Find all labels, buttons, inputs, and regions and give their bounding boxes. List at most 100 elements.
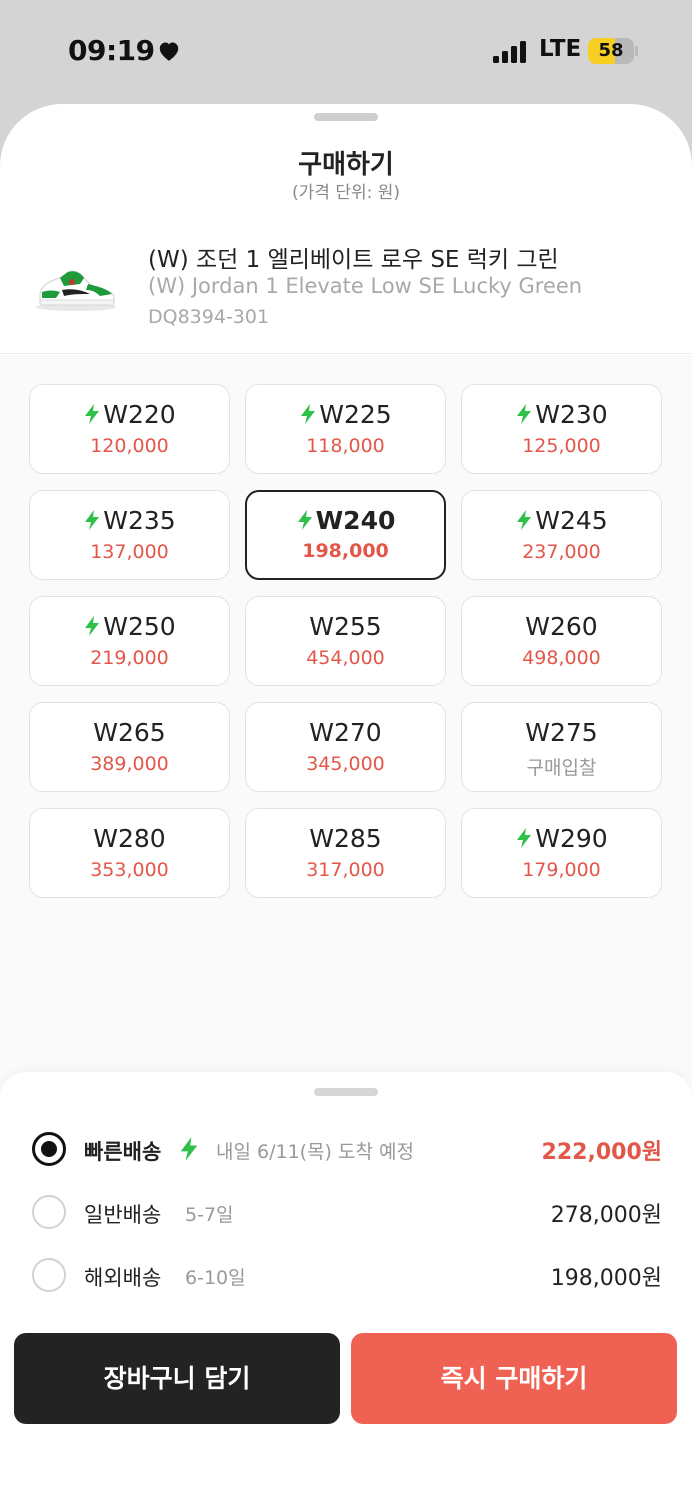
size-price: 198,000 <box>302 540 389 562</box>
shipping-normal-eta: 5-7일 <box>185 1204 234 1226</box>
lightning-bolt-icon <box>301 404 316 424</box>
size-label: W255 <box>309 612 382 641</box>
radio-normal[interactable] <box>32 1195 66 1229</box>
size-label: W250 <box>103 612 176 641</box>
size-label: W260 <box>525 612 598 641</box>
lightning-bolt-icon <box>85 616 100 636</box>
size-price: 389,000 <box>90 753 169 775</box>
lightning-bolt-icon <box>180 1137 198 1161</box>
size-price: 345,000 <box>306 753 385 775</box>
lightning-bolt-icon <box>517 828 532 848</box>
size-option[interactable]: W240 198,000 <box>245 490 446 580</box>
page-title: 구매하기 <box>298 150 394 180</box>
size-option[interactable]: W225 118,000 <box>245 384 446 474</box>
size-label: W290 <box>535 824 608 853</box>
shipping-fast-eta: 내일 6/11(목) 도착 예정 <box>216 1141 414 1163</box>
network-type: LTE <box>539 36 582 62</box>
size-label-row: W280 <box>30 824 229 854</box>
signal-bars-icon <box>493 41 526 63</box>
size-price: 219,000 <box>90 647 169 669</box>
size-option[interactable]: W275 구매입찰 <box>461 702 662 792</box>
price-unit-note: (가격 단위: 원) <box>292 183 400 203</box>
size-price: 237,000 <box>522 541 601 563</box>
add-to-cart-button[interactable]: 장바구니 담기 <box>14 1333 340 1424</box>
shipping-panel: 빠른배송 내일 6/11(목) 도착 예정 222,000원 일반배송 5-7일… <box>0 1072 692 1500</box>
shipping-overseas-price: 198,000원 <box>550 1266 662 1291</box>
product-summary: (W) 조던 1 엘리베이트 로우 SE 럭키 그린 (W) Jordan 1 … <box>0 222 692 354</box>
size-label-row: W260 <box>462 612 661 642</box>
size-label: W285 <box>309 824 382 853</box>
size-option[interactable]: W245 237,000 <box>461 490 662 580</box>
size-price: 353,000 <box>90 859 169 881</box>
size-option[interactable]: W290 179,000 <box>461 808 662 898</box>
size-label-row: W285 <box>246 824 445 854</box>
heart-icon <box>159 42 179 61</box>
size-option[interactable]: W260 498,000 <box>461 596 662 686</box>
size-label-row: W235 <box>30 506 229 536</box>
size-label-row: W225 <box>246 400 445 430</box>
status-bar: 09:19 LTE 58 <box>0 0 692 100</box>
shipping-option-normal[interactable]: 일반배송 5-7일 278,000원 <box>0 1191 692 1235</box>
size-option[interactable]: W270 345,000 <box>245 702 446 792</box>
size-label-row: W230 <box>462 400 661 430</box>
size-option[interactable]: W285 317,000 <box>245 808 446 898</box>
size-price: 179,000 <box>522 859 601 881</box>
size-option[interactable]: W265 389,000 <box>29 702 230 792</box>
size-option[interactable]: W235 137,000 <box>29 490 230 580</box>
size-label-row: W250 <box>30 612 229 642</box>
shipping-option-overseas[interactable]: 해외배송 6-10일 198,000원 <box>0 1254 692 1298</box>
size-label: W270 <box>309 718 382 747</box>
size-label-row: W220 <box>30 400 229 430</box>
size-label: W235 <box>103 506 176 535</box>
radio-fast-selected[interactable] <box>32 1132 66 1166</box>
size-price: 137,000 <box>90 541 169 563</box>
size-option[interactable]: W250 219,000 <box>29 596 230 686</box>
size-label: W220 <box>103 400 176 429</box>
shipping-option-fast[interactable]: 빠른배송 내일 6/11(목) 도착 예정 222,000원 <box>0 1128 692 1172</box>
panel-grabber[interactable] <box>314 1088 378 1096</box>
lightning-bolt-icon <box>85 404 100 424</box>
size-price: 120,000 <box>90 435 169 457</box>
size-selector: W220 120,000 W225 118,000 W230 125,000 W235 137… <box>0 355 692 1095</box>
battery-nub <box>635 46 638 56</box>
shipping-overseas-label: 해외배송 <box>84 1266 162 1290</box>
product-style-code: DQ8394-301 <box>148 306 270 328</box>
size-label: W225 <box>319 400 392 429</box>
sneaker-thumbnail <box>36 270 116 311</box>
shipping-normal-label: 일반배송 <box>84 1203 162 1227</box>
size-price: 454,000 <box>306 647 385 669</box>
size-price: 498,000 <box>522 647 601 669</box>
radio-overseas[interactable] <box>32 1258 66 1292</box>
size-label: W230 <box>535 400 608 429</box>
shipping-fast-label: 빠른배송 <box>84 1140 162 1164</box>
status-time: 09:19 <box>68 34 155 67</box>
product-name-korean: (W) 조던 1 엘리베이트 로우 SE 럭키 그린 <box>148 247 559 273</box>
lightning-bolt-icon <box>517 404 532 424</box>
lightning-bolt-icon <box>85 510 100 530</box>
lightning-bolt-icon <box>297 510 312 530</box>
size-label-row: W270 <box>246 718 445 748</box>
size-option[interactable]: W220 120,000 <box>29 384 230 474</box>
size-label-row: W245 <box>462 506 661 536</box>
size-option[interactable]: W230 125,000 <box>461 384 662 474</box>
size-label-row: W265 <box>30 718 229 748</box>
size-label: W245 <box>535 506 608 535</box>
size-label-row: W275 <box>462 718 661 748</box>
buy-now-button[interactable]: 즉시 구매하기 <box>351 1333 677 1424</box>
size-price: 구매입찰 <box>526 757 597 779</box>
size-option[interactable]: W255 454,000 <box>245 596 446 686</box>
battery-level: 58 <box>598 40 624 61</box>
size-price: 317,000 <box>306 859 385 881</box>
size-price: 125,000 <box>522 435 601 457</box>
size-option[interactable]: W280 353,000 <box>29 808 230 898</box>
battery-icon: 58 <box>588 38 634 64</box>
lightning-bolt-icon <box>517 510 532 530</box>
shipping-normal-price: 278,000원 <box>550 1203 662 1228</box>
product-name-english: (W) Jordan 1 Elevate Low SE Lucky Green <box>148 274 583 298</box>
size-label: W265 <box>93 718 166 747</box>
shipping-fast-price: 222,000원 <box>541 1140 662 1165</box>
sheet-grabber[interactable] <box>314 113 378 121</box>
size-price: 118,000 <box>306 435 385 457</box>
size-grid: W220 120,000 W225 118,000 W230 125,000 W235 137… <box>29 384 663 898</box>
size-label: W280 <box>93 824 166 853</box>
